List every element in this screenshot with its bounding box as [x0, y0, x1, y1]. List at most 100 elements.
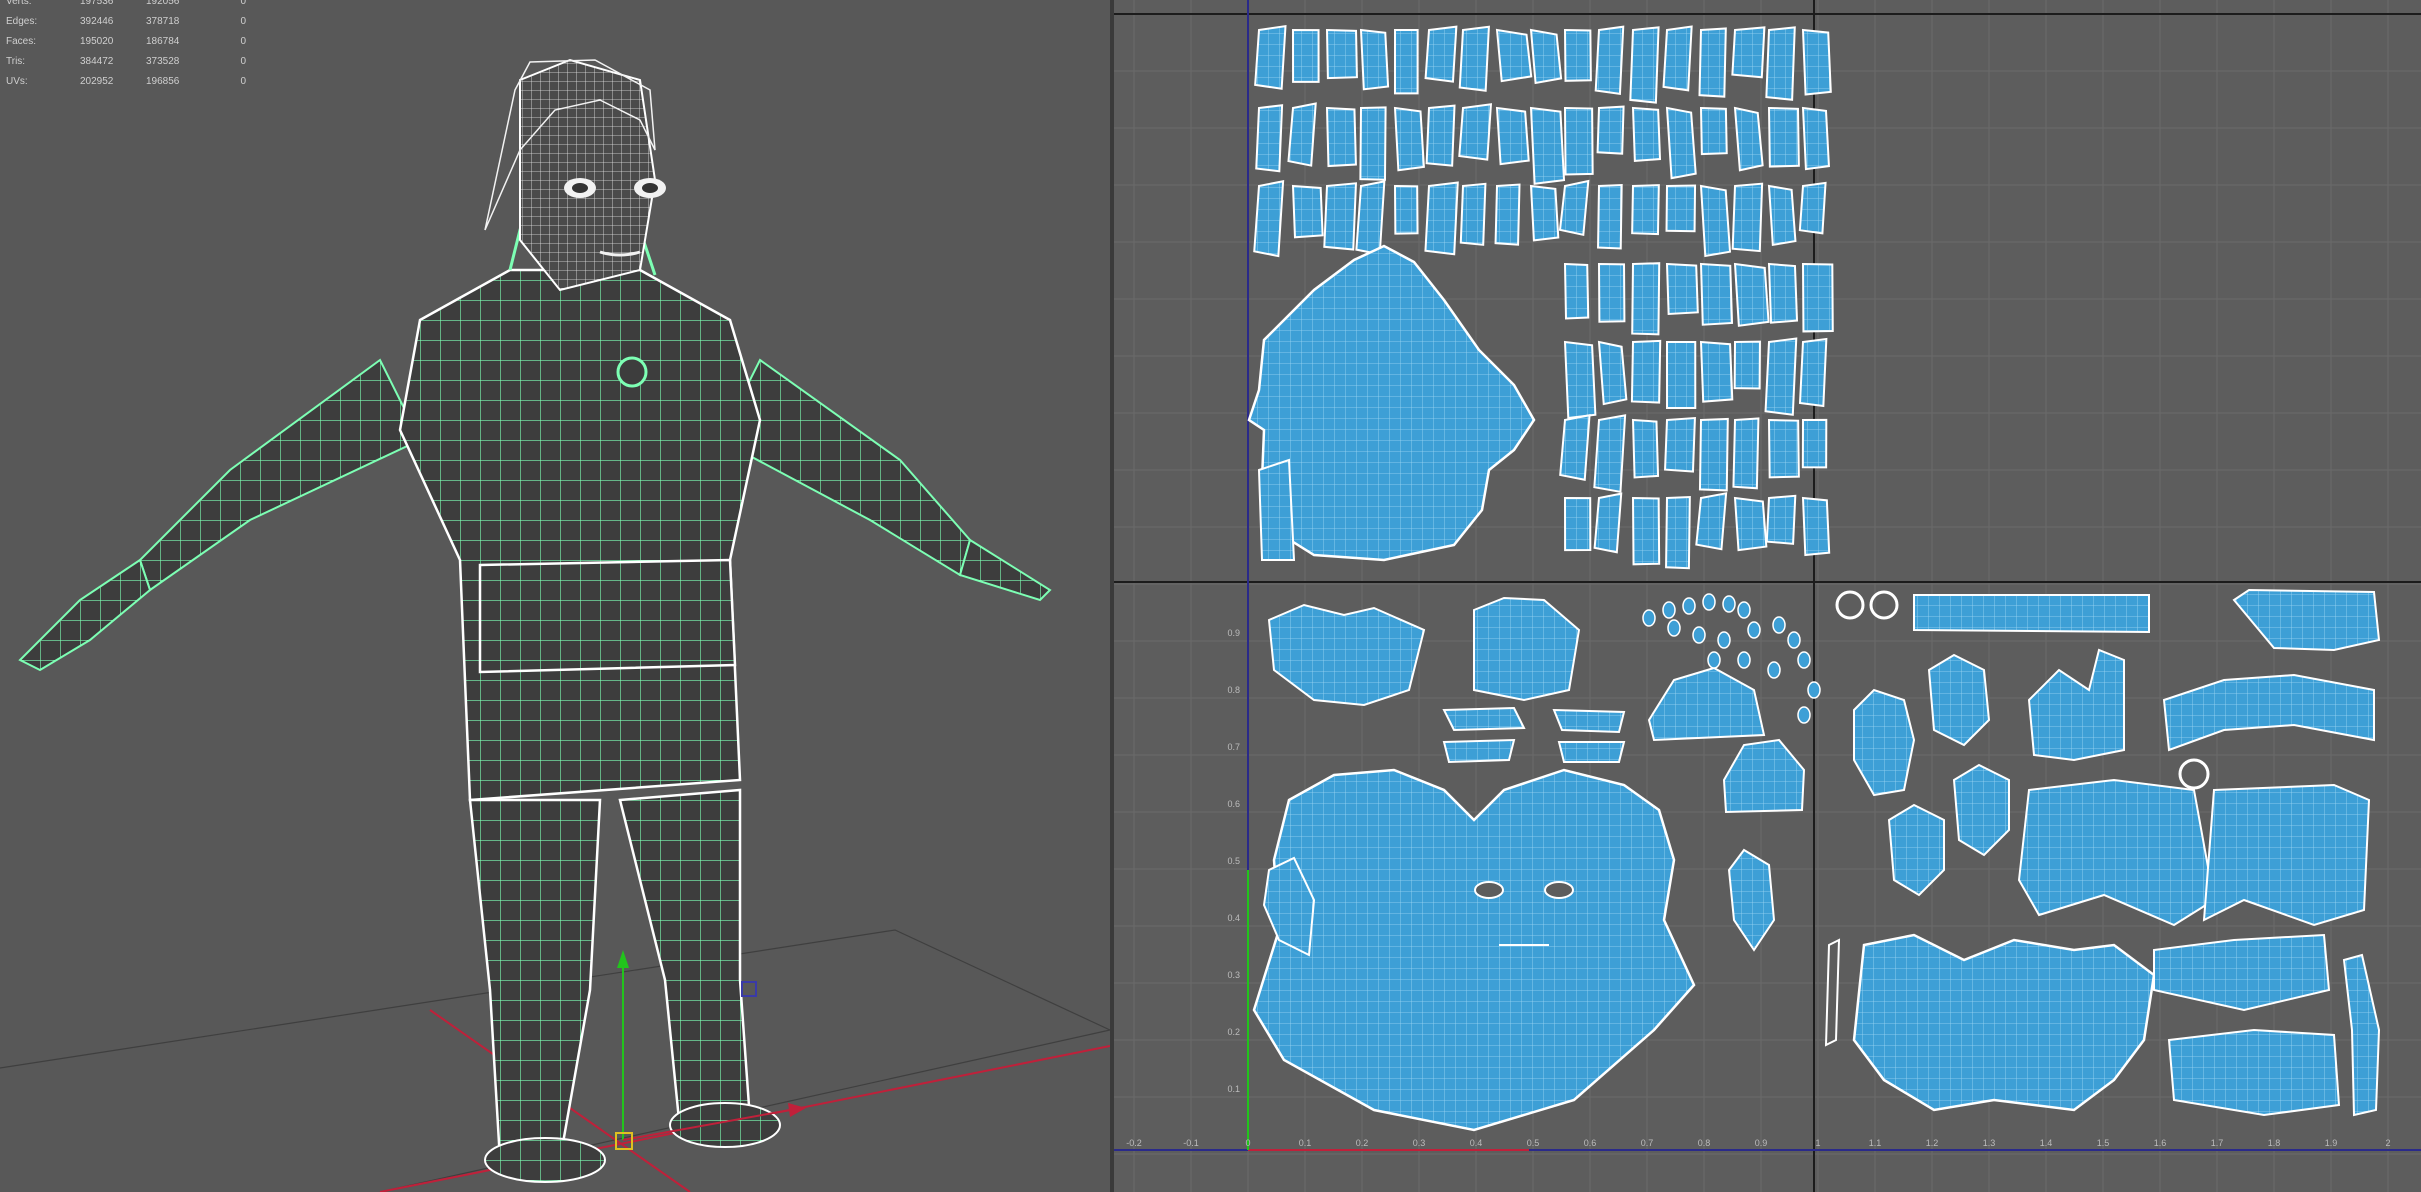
uv-shell-hair-strip[interactable]	[1731, 26, 1766, 79]
uv-shell-coat[interactable]	[1852, 933, 2156, 1112]
uv-shell-sash[interactable]	[2162, 673, 2375, 752]
uv-shell-tooth[interactable]	[1767, 661, 1781, 679]
uv-shell-hair-strip[interactable]	[1529, 184, 1560, 242]
uv-shell-tooth[interactable]	[1747, 621, 1761, 639]
uv-shell-hair-strip[interactable]	[1563, 340, 1597, 420]
uv-shell-hair-strip[interactable]	[1699, 184, 1732, 258]
uv-shell-tooth[interactable]	[1772, 616, 1786, 634]
uv-shell-hair-strip[interactable]	[1631, 106, 1662, 162]
uv-shell-hair-strip[interactable]	[1732, 417, 1760, 490]
uv-shell-teeth-lower[interactable]	[1722, 738, 1806, 814]
uv-canvas[interactable]: -0.2 -0.1 0 0.1 0.2 0.3 0.4 0.5 0.6 0.7 0.8 0.9 1 1.1…	[1114, 0, 2421, 1192]
uv-shell-hair-strip[interactable]	[1458, 103, 1493, 161]
uv-shell-hair-strip[interactable]	[1458, 25, 1490, 92]
uv-shell-hair-strip[interactable]	[1664, 416, 1696, 473]
uv-shell-hair-strip[interactable]	[1593, 492, 1623, 554]
uv-shell-hair-strip[interactable]	[1733, 106, 1764, 172]
uv-shell-hair-strip[interactable]	[1359, 28, 1390, 91]
uv-shell-hair-strip[interactable]	[1323, 182, 1358, 251]
uv-shell-tooth[interactable]	[1662, 601, 1676, 619]
uv-shell-hair-strip[interactable]	[1698, 27, 1727, 98]
uv-shell-hair-strip[interactable]	[1631, 418, 1660, 479]
uv-shell-sleeve-1[interactable]	[2153, 933, 2331, 1012]
uv-shell-hair-strip[interactable]	[1767, 418, 1800, 479]
uv-shell-hair-strip[interactable]	[1494, 183, 1521, 246]
uv-shell-hair-strip[interactable]	[1425, 104, 1456, 167]
uv-shell-glove-3[interactable]	[1887, 803, 1945, 897]
uv-shell-hair-strip[interactable]	[1665, 106, 1697, 180]
uv-shell-ear-right[interactable]	[1727, 848, 1776, 952]
uv-shell-hair-strip[interactable]	[1563, 496, 1592, 552]
uv-shell-glove-4[interactable]	[1952, 763, 2010, 857]
uv-shell-tooth[interactable]	[1807, 681, 1821, 699]
uv-shell-hair-strip[interactable]	[1559, 413, 1591, 481]
uv-shell-hair-strip[interactable]	[1359, 106, 1387, 181]
uv-shell-right-eye[interactable]	[1544, 881, 1574, 899]
uv-shell-hair-strip[interactable]	[1325, 28, 1358, 80]
uv-shell-hair-strip[interactable]	[1698, 417, 1729, 492]
uv-shell-hair-strip[interactable]	[1665, 496, 1691, 570]
uv-shell-hair-strip[interactable]	[1424, 25, 1458, 83]
uv-shell-tooth[interactable]	[1642, 609, 1656, 627]
uv-shell-eyelid-3[interactable]	[1442, 738, 1516, 764]
uv-shell-hair-strip[interactable]	[1767, 262, 1799, 324]
uv-shell-brow-right[interactable]	[1473, 596, 1581, 702]
uv-shell-hair-strip[interactable]	[1393, 28, 1419, 95]
uv-shell-hair-strip[interactable]	[1563, 106, 1594, 176]
uv-shell-hair-strip[interactable]	[1801, 106, 1830, 171]
uv-shell-hair-strip[interactable]	[1254, 24, 1287, 90]
uv-shell-hair-strip[interactable]	[1255, 104, 1284, 173]
uv-shell-hair-strip[interactable]	[1287, 102, 1317, 167]
uv-shell-hair-strip[interactable]	[1424, 181, 1459, 256]
uv-shell-hair-strip[interactable]	[1558, 179, 1590, 237]
uv-shell-left-eye[interactable]	[1474, 881, 1504, 899]
uv-shell-eyelid-4[interactable]	[1557, 741, 1626, 763]
uv-shell-strip-long[interactable]	[2342, 953, 2381, 1117]
uv-shell-hair-strip[interactable]	[1631, 496, 1661, 566]
uv-shell-hair-strip[interactable]	[1801, 418, 1828, 469]
uv-shell-belt-strip[interactable]	[1913, 594, 2150, 634]
uv-shell-ring[interactable]	[1835, 590, 1865, 620]
uv-shell-hair-strip[interactable]	[1597, 340, 1628, 406]
uv-shell-pants-right[interactable]	[2202, 783, 2371, 927]
uv-shell-tooth[interactable]	[1707, 651, 1721, 669]
uv-shell-tooth[interactable]	[1737, 601, 1751, 619]
uv-shell-glove-1[interactable]	[1853, 688, 1916, 797]
uv-editor-panel[interactable]: -0.2 -0.1 0 0.1 0.2 0.3 0.4 0.5 0.6 0.7 0.8 0.9 1 1.1…	[1114, 0, 2421, 1192]
uv-shell-hair-strip[interactable]	[1597, 262, 1626, 323]
uv-shell-hair-strip[interactable]	[1767, 106, 1800, 168]
uv-shell-hair-strip[interactable]	[1765, 26, 1796, 101]
uv-shell-hair-strip[interactable]	[1662, 25, 1693, 92]
uv-shell-hair-strip[interactable]	[1733, 340, 1761, 390]
uv-shell-cheek-strip[interactable]	[1257, 458, 1296, 561]
uv-shell-hair-strip[interactable]	[1767, 184, 1797, 247]
uv-shell-hair-strip[interactable]	[1631, 262, 1661, 336]
uv-shell-eyelid-1[interactable]	[1442, 706, 1526, 732]
uv-shell-left-edge-strip[interactable]	[1824, 938, 1841, 1047]
uv-shell-hair-strip[interactable]	[1393, 184, 1419, 235]
uv-shell-teeth-upper[interactable]	[1647, 666, 1766, 742]
uv-shell-glove-2[interactable]	[1927, 653, 1991, 747]
uv-shell-tooth[interactable]	[1737, 651, 1751, 669]
uv-shell-sleeve-2[interactable]	[2167, 1028, 2341, 1117]
uv-shell-hair-strip[interactable]	[1665, 262, 1699, 316]
uv-shell-pants-left[interactable]	[2017, 778, 2216, 927]
uv-shell-hair-strip[interactable]	[1253, 180, 1285, 258]
uv-shell-tooth[interactable]	[1797, 651, 1811, 669]
uv-shell-hair-strip[interactable]	[1699, 340, 1734, 403]
uv-shell-hair-strip[interactable]	[1597, 183, 1623, 250]
uv-shell-tooth[interactable]	[1797, 706, 1811, 724]
uv-shell-hair-strip[interactable]	[1695, 492, 1728, 551]
uv-shell-hair-strip[interactable]	[1393, 106, 1425, 172]
uv-shell-tooth[interactable]	[1717, 631, 1731, 649]
uv-shell-tooth[interactable]	[1702, 593, 1716, 611]
uv-shell-hair-strip[interactable]	[1593, 414, 1627, 494]
uv-shell-brow-left[interactable]	[1267, 603, 1426, 707]
uv-shell-hair-strip[interactable]	[1529, 106, 1566, 185]
uv-shell-hair-strip[interactable]	[1801, 28, 1832, 96]
uv-shell-hair-strip[interactable]	[1733, 262, 1770, 327]
uv-shell-hair-strip[interactable]	[1764, 337, 1798, 416]
uv-shell-hair-strip[interactable]	[1665, 340, 1697, 410]
uv-shell-face[interactable]	[1252, 768, 1696, 1132]
uv-shell-hair-strip[interactable]	[1699, 106, 1728, 156]
